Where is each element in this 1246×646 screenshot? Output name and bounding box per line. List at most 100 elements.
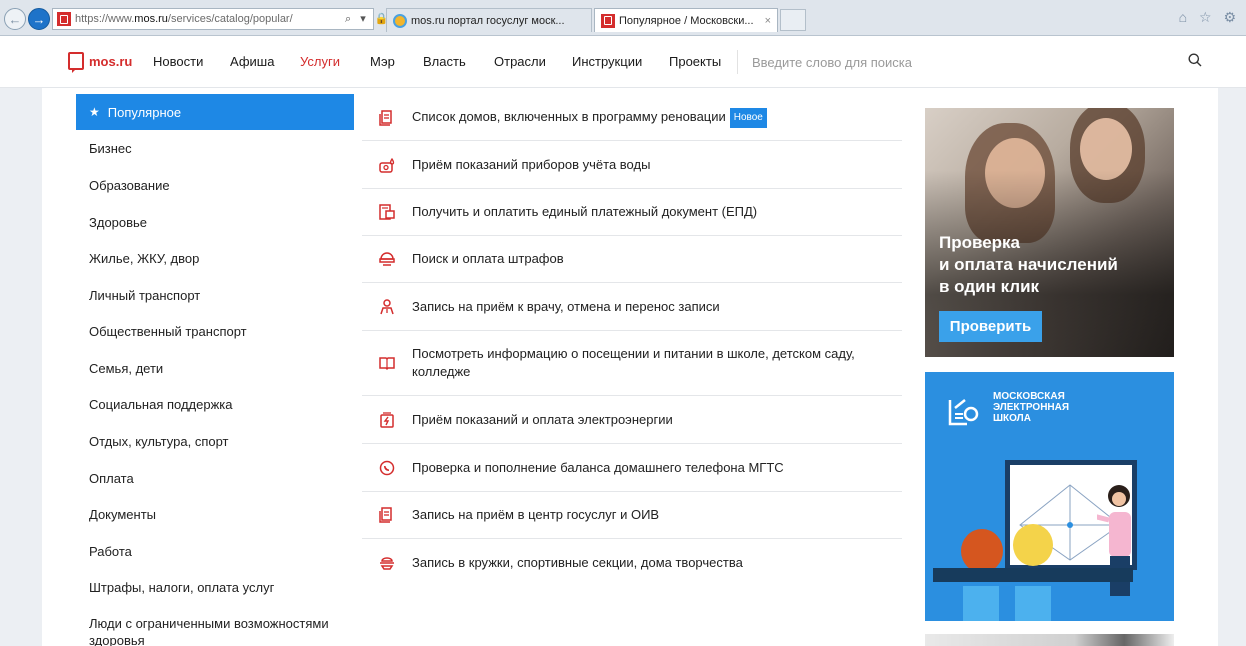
student-illustration: [1013, 524, 1053, 566]
close-icon[interactable]: ×: [765, 15, 771, 27]
doctor-icon: [380, 298, 394, 314]
mosru-logo-icon: [68, 52, 84, 73]
sidebar-item-label: Семья, дети: [89, 360, 164, 376]
sidebar-item-family[interactable]: Семья, дети: [76, 350, 354, 386]
sidebar-item-label: Штрафы, налоги, оплата услуг: [89, 579, 275, 595]
service-label: Запись на приём к врачу, отмена и перено…: [412, 298, 720, 314]
service-renovation-list[interactable]: Список домов, включенных в программу рен…: [362, 95, 902, 141]
sidebar-item-label: Жилье, ЖКУ, двор: [89, 250, 200, 266]
browser-toolbar-icons[interactable]: ⌂ ☆ ⚙: [1179, 9, 1240, 26]
service-label: Запись на приём в центр госуслуг и ОИВ: [412, 507, 660, 522]
banner-title-line: в один клик: [939, 277, 1040, 296]
menu-government[interactable]: Власть: [423, 54, 466, 69]
site-header: mos.ru Новости Афиша Услуги Мэр Власть О…: [0, 36, 1246, 88]
sidebar-item-label: Здоровье: [89, 214, 148, 230]
menu-services[interactable]: Услуги: [300, 54, 340, 69]
service-school-attendance[interactable]: Посмотреть информацию о посещении и пита…: [362, 331, 902, 396]
site-logo[interactable]: mos.ru: [68, 52, 132, 73]
new-badge: Новое: [729, 107, 767, 128]
arrow-left-icon: ←: [8, 11, 22, 27]
e-school-logo-icon: [948, 399, 979, 426]
service-label: Приём показаний и оплата электроэнергии: [412, 411, 673, 427]
service-label: Поиск и оплата штрафов: [412, 251, 564, 266]
banner-partial[interactable]: [925, 634, 1174, 646]
menu-projects[interactable]: Проекты: [669, 54, 721, 69]
sidebar-item-label: Документы: [89, 506, 157, 522]
sidebar-item-disabilities[interactable]: Люди с ограниченными возможностями здоро…: [76, 608, 354, 646]
sidebar-item-work[interactable]: Работа: [76, 533, 354, 569]
sidebar-item-business[interactable]: Бизнес: [76, 130, 354, 166]
forward-button[interactable]: →: [28, 8, 50, 30]
menu-industries[interactable]: Отрасли: [494, 54, 546, 69]
back-button[interactable]: ←: [4, 8, 26, 30]
ie-icon: [393, 13, 407, 28]
check-button[interactable]: Проверить: [939, 311, 1042, 342]
service-gosuslugi-center[interactable]: Запись на приём в центр госуслуг и ОИВ: [362, 492, 902, 539]
sidebar-item-label: Личный транспорт: [89, 287, 201, 303]
e-school-title-line: ШКОЛА: [993, 413, 1031, 424]
service-fines[interactable]: Поиск и оплата штрафов: [362, 236, 902, 283]
banner-moscow-e-school[interactable]: МОСКОВСКАЯ ЭЛЕКТРОННАЯ ШКОЛА: [925, 372, 1174, 621]
banner-title-line: Проверка: [939, 233, 1021, 252]
e-school-title-line: ЭЛЕКТРОННАЯ: [993, 402, 1070, 413]
tab-mosru-portal[interactable]: mos.ru портал госуслуг моск...: [386, 8, 592, 32]
banner-title: Проверка и оплата начислений в один клик: [939, 232, 1118, 298]
sidebar-item-housing[interactable]: Жилье, ЖКУ, двор: [76, 240, 354, 276]
teacher-illustration: [1097, 485, 1131, 596]
sidebar-item-leisure[interactable]: Отдых, культура, спорт: [76, 423, 354, 459]
sidebar-item-popular[interactable]: ★ Популярное: [76, 94, 354, 130]
menu-afisha[interactable]: Афиша: [230, 54, 274, 69]
sidebar-item-label: Оплата: [89, 470, 134, 486]
sidebar-item-health[interactable]: Здоровье: [76, 204, 354, 240]
address-bar[interactable]: https://www. mos.ru/services/catalog/popu…: [52, 8, 374, 30]
service-epd-payment[interactable]: Получить и оплатить единый платежный док…: [362, 189, 902, 236]
chair-illustration: [1015, 586, 1051, 621]
sidebar-item-fines-taxes[interactable]: Штрафы, налоги, оплата услуг: [76, 569, 354, 605]
sidebar-item-label: Образование: [89, 177, 170, 193]
search-icon[interactable]: [1188, 53, 1202, 67]
water-meter-icon: [379, 157, 395, 173]
phone-icon: [379, 460, 395, 475]
menu-mayor[interactable]: Мэр: [370, 54, 395, 69]
sidebar-item-label: Общественный транспорт: [89, 323, 247, 339]
url-path: /services/catalog/popular/: [167, 13, 293, 25]
service-water-meters[interactable]: Приём показаний приборов учёта воды: [362, 141, 902, 189]
sidebar-item-payment[interactable]: Оплата: [76, 460, 354, 496]
sidebar-item-label: Популярное: [107, 104, 182, 120]
document-icon: [379, 507, 392, 523]
menu-news[interactable]: Новости: [153, 54, 203, 69]
sidebar-item-personal-transport[interactable]: Личный транспорт: [76, 277, 354, 313]
banner-title-line: и оплата начислений: [939, 255, 1118, 274]
clubs-icon: [380, 557, 394, 570]
sidebar-item-label: Люди с ограниченными возможностями здоро…: [89, 616, 329, 646]
school-book-icon: [379, 357, 395, 371]
sidebar-item-education[interactable]: Образование: [76, 167, 354, 203]
e-school-title: МОСКОВСКАЯ ЭЛЕКТРОННАЯ ШКОЛА: [993, 391, 1069, 424]
sidebar-item-label: Бизнес: [89, 140, 132, 156]
service-electricity[interactable]: Приём показаний и оплата электроэнергии: [362, 396, 902, 444]
banner-check-payments[interactable]: Проверка и оплата начислений в один клик…: [925, 108, 1174, 357]
chair-illustration: [963, 586, 999, 621]
service-doctor-appointment[interactable]: Запись на приём к врачу, отмена и перено…: [362, 283, 902, 331]
sidebar-item-social-support[interactable]: Социальная поддержка: [76, 386, 354, 422]
e-school-title-line: МОСКОВСКАЯ: [993, 391, 1065, 402]
sidebar-item-label: Работа: [89, 543, 132, 559]
service-label: Список домов, включенных в программу рен…: [412, 108, 726, 124]
service-label: Посмотреть информацию о посещении и пита…: [412, 346, 855, 379]
sidebar-item-label: Отдых, культура, спорт: [89, 433, 229, 449]
menu-instructions[interactable]: Инструкции: [572, 54, 642, 69]
url-host: mos.ru: [134, 13, 168, 25]
search-input[interactable]: [752, 49, 1182, 75]
service-label: Запись в кружки, спортивные секции, дома…: [412, 555, 743, 570]
service-clubs-sections[interactable]: Запись в кружки, спортивные секции, дома…: [362, 539, 902, 587]
payment-document-icon: [379, 204, 395, 220]
mosru-favicon-icon: [601, 13, 615, 28]
tab-popular[interactable]: Популярное / Московски... ×: [594, 8, 778, 32]
sidebar-item-documents[interactable]: Документы: [76, 496, 354, 532]
mosru-favicon-icon: [57, 12, 71, 26]
service-mgts-phone[interactable]: Проверка и пополнение баланса домашнего …: [362, 444, 902, 492]
sidebar-item-public-transport[interactable]: Общественный транспорт: [76, 313, 354, 349]
new-tab-button[interactable]: [780, 9, 806, 31]
service-label: Получить и оплатить единый платежный док…: [412, 204, 758, 219]
student-illustration: [961, 529, 1003, 573]
